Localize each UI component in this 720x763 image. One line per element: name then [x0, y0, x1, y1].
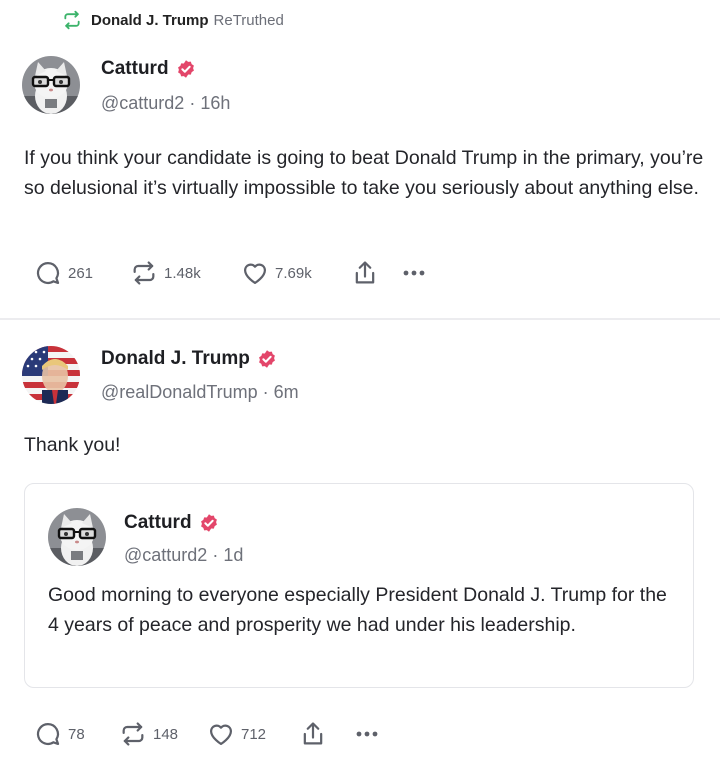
reply-button[interactable]: 261 [34, 259, 130, 287]
retruth-header: Donald J. Trump ReTruthed [62, 9, 284, 31]
heart-icon [209, 724, 233, 746]
like-count: 7.69k [275, 264, 312, 282]
separator-dot: · [184, 93, 201, 113]
avatar-catturd[interactable] [22, 56, 80, 114]
separator-dot: · [257, 382, 274, 402]
verified-badge-icon [200, 514, 217, 532]
author-name-line: Catturd [101, 58, 196, 80]
quoted-author-name-line: Catturd [124, 512, 219, 534]
avatar-catturd[interactable] [48, 508, 106, 566]
post-age[interactable]: 6m [274, 382, 299, 402]
like-count: 712 [241, 725, 267, 743]
post-age[interactable]: 16h [200, 93, 230, 113]
share-icon [355, 261, 375, 284]
share-button[interactable] [351, 259, 401, 287]
author-name-line: Donald J. Trump [101, 348, 277, 370]
quoted-post-age[interactable]: 1d [223, 545, 243, 565]
quoted-post-card[interactable]: Catturd @catturd2 · 1d Good morning to e… [24, 483, 694, 688]
retruth-count: 1.48k [164, 264, 201, 282]
reply-count: 78 [68, 725, 85, 743]
retruth-label: ReTruthed [213, 11, 284, 29]
more-options-icon [403, 270, 425, 276]
reply-icon [36, 261, 60, 285]
author-name[interactable]: Donald J. Trump [101, 348, 250, 370]
like-button[interactable]: 7.69k [241, 259, 351, 287]
post-actions: 78 148 712 [34, 720, 380, 748]
post-actions: 261 1.48k 7.69k [34, 259, 427, 287]
post-text: Thank you! [24, 434, 121, 456]
reply-icon [36, 722, 60, 746]
post-trump[interactable]: Donald J. Trump @realDonaldTrump · 6m Th… [0, 320, 720, 763]
share-icon [303, 722, 323, 745]
author-handle[interactable]: @realDonaldTrump [101, 382, 258, 402]
quoted-author-handle[interactable]: @catturd2 [124, 545, 207, 565]
retruth-user-name[interactable]: Donald J. Trump [91, 12, 209, 29]
quoted-author-name[interactable]: Catturd [124, 512, 192, 534]
avatar-trump[interactable] [22, 346, 80, 404]
post-catturd-retruth[interactable]: Donald J. Trump ReTruthed Catturd @cattu… [0, 0, 720, 318]
more-options-button[interactable] [401, 268, 427, 278]
author-name[interactable]: Catturd [101, 58, 169, 80]
retruth-button[interactable]: 148 [119, 720, 207, 748]
post-text: If you think your candidate is going to … [24, 147, 704, 199]
heart-icon [243, 263, 267, 285]
more-options-button[interactable] [354, 729, 380, 739]
retruth-action-icon [133, 261, 155, 285]
retruth-action-icon [122, 722, 144, 746]
retruth-count: 148 [153, 725, 179, 743]
verified-badge-icon [258, 350, 275, 368]
author-handle-line: @realDonaldTrump · 6m [101, 382, 299, 403]
author-handle-line: @catturd2 · 16h [101, 93, 230, 114]
retruth-button[interactable]: 1.48k [130, 259, 241, 287]
retruth-icon [64, 10, 80, 30]
verified-badge-icon [177, 60, 194, 78]
reply-count: 261 [68, 264, 94, 282]
more-options-icon [356, 731, 378, 737]
author-handle[interactable]: @catturd2 [101, 93, 184, 113]
quoted-post-text: Good morning to everyone especially Pres… [48, 584, 667, 636]
separator-dot: · [207, 545, 224, 565]
share-button[interactable] [299, 720, 354, 748]
like-button[interactable]: 712 [207, 720, 299, 748]
reply-button[interactable]: 78 [34, 720, 119, 748]
quoted-author-handle-line: @catturd2 · 1d [124, 545, 243, 566]
